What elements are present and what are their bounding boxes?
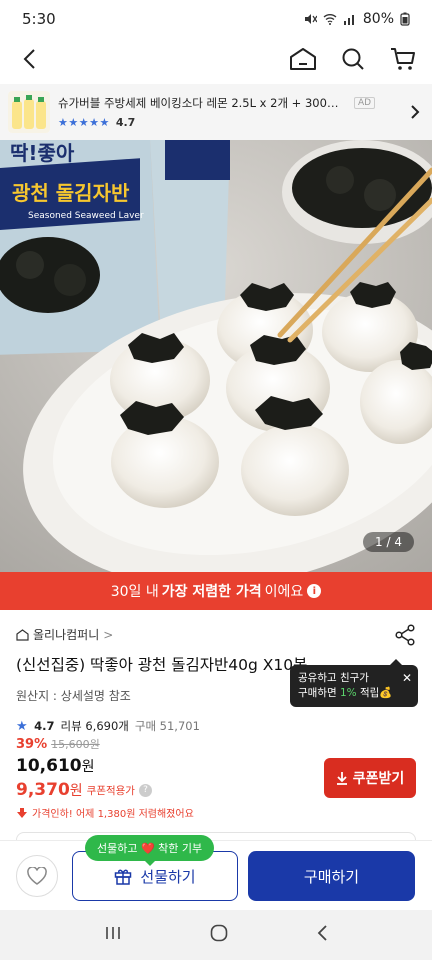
heart-icon bbox=[27, 867, 47, 885]
ad-product-thumbnail bbox=[8, 91, 50, 133]
gift-button-label: 선물하기 bbox=[140, 867, 196, 886]
tooltip-line-2: 구매하면 1% 적립💰 bbox=[298, 686, 410, 701]
home-icon bbox=[290, 48, 316, 70]
info-icon: i bbox=[307, 584, 322, 598]
ad-badge: AD bbox=[354, 97, 376, 109]
price-banner-prefix: 30일 내 bbox=[110, 584, 159, 600]
download-icon bbox=[336, 772, 347, 785]
recent-apps-icon bbox=[106, 927, 120, 939]
coupon-price-label: 쿠폰적용가 bbox=[86, 784, 135, 797]
discount-rate: 39% bbox=[16, 737, 48, 752]
tooltip-line-2-prefix: 구매하면 bbox=[298, 687, 340, 699]
cart-icon bbox=[391, 48, 415, 70]
sale-price: 10,610원 bbox=[16, 756, 276, 776]
system-back-icon bbox=[317, 925, 327, 941]
review-summary[interactable]: ★ 4.7 리뷰 6,690개 구매 51,701 bbox=[16, 718, 416, 734]
coupon-price-number: 9,370 bbox=[16, 780, 70, 800]
purchase-count: 구매 51,701 bbox=[134, 719, 200, 733]
package-sub-text: Seasoned Seaweed Laver bbox=[28, 211, 144, 221]
price-banner-suffix: 이에요 bbox=[264, 584, 304, 600]
tooltip-line-2-suffix: 적립💰 bbox=[356, 687, 393, 699]
rating-value: 4.7 bbox=[34, 719, 55, 733]
home-circle-icon bbox=[210, 924, 228, 942]
package-brand-text: 딱!좋아 bbox=[10, 141, 75, 165]
price-down-arrow-icon bbox=[17, 807, 27, 818]
buy-button[interactable]: 구매하기 bbox=[248, 851, 415, 901]
cart-button[interactable] bbox=[388, 44, 418, 74]
chevron-right-icon bbox=[411, 105, 420, 119]
get-coupon-button[interactable]: 쿠폰받기 bbox=[324, 758, 416, 798]
back-button[interactable] bbox=[14, 44, 44, 74]
home-button[interactable] bbox=[288, 44, 318, 74]
search-icon bbox=[342, 48, 364, 70]
top-nav-bar bbox=[0, 38, 432, 80]
price-drop-note: 가격인하! 어제 1,380원 저렴해졌어요 bbox=[16, 805, 276, 820]
share-icon bbox=[395, 624, 415, 646]
product-photo: 딱!좋아 광천 돌김자반 Seasoned Seaweed Laver bbox=[0, 140, 432, 572]
help-icon[interactable]: ? bbox=[138, 783, 152, 797]
get-coupon-label: 쿠폰받기 bbox=[352, 771, 405, 787]
price-block: 39% 15,600원 10,610원 9,370원 쿠폰적용가 ? 가격인하!… bbox=[16, 736, 276, 820]
detergent-bottles-image bbox=[8, 91, 50, 133]
gift-donation-tag: 선물하고 ❤️ 착한 기부 bbox=[85, 835, 215, 866]
system-nav-bar bbox=[0, 910, 432, 960]
ad-rating-value: 4.7 bbox=[115, 116, 136, 129]
gift-icon bbox=[115, 869, 132, 885]
recent-apps-button[interactable] bbox=[104, 925, 122, 945]
tooltip-line-1: 공유하고 친구가 bbox=[298, 672, 369, 684]
search-button[interactable] bbox=[338, 44, 368, 74]
bottom-action-bar: 선물하기 구매하기 bbox=[0, 840, 432, 910]
image-pager: 1 / 4 bbox=[363, 532, 414, 552]
share-reward-tooltip: 공유하고 친구가 구매하면 1% 적립💰 ✕ bbox=[290, 659, 418, 707]
back-arrow-icon bbox=[23, 49, 35, 69]
seller-name: 올리나컴퍼니 bbox=[33, 628, 100, 642]
star-icon: ★ bbox=[16, 718, 29, 734]
tooltip-percent: 1% bbox=[339, 687, 357, 699]
signal-icon bbox=[343, 15, 354, 25]
price-drop-text: 가격인하! 어제 1,380원 저렴해졌어요 bbox=[32, 809, 194, 820]
sale-price-unit: 원 bbox=[81, 759, 95, 775]
close-icon[interactable]: ✕ bbox=[402, 671, 412, 686]
coupon-price-unit: 원 bbox=[69, 783, 83, 799]
ad-title: 슈가버블 주방세제 베이킹소다 레몬 2.5L x 2개 + 300ml x 2… bbox=[58, 96, 348, 110]
wishlist-button[interactable] bbox=[16, 855, 58, 897]
ad-banner[interactable]: 슈가버블 주방세제 베이킹소다 레몬 2.5L x 2개 + 300ml x 2… bbox=[0, 84, 432, 140]
store-home-icon bbox=[16, 628, 29, 641]
home-system-button[interactable] bbox=[210, 924, 228, 946]
original-price: 15,600원 bbox=[51, 738, 100, 751]
status-icons: 80% bbox=[303, 11, 410, 27]
mute-icon bbox=[304, 14, 317, 24]
seller-arrow: > bbox=[103, 627, 114, 642]
lowest-price-banner[interactable]: 30일 내 가장 저렴한 가격 이에요 i bbox=[0, 572, 432, 610]
price-banner-highlight: 가장 저렴한 가격 bbox=[161, 584, 262, 600]
product-image-carousel[interactable]: 딱!좋아 광천 돌김자반 Seasoned Seaweed Laver 1 / … bbox=[0, 140, 432, 572]
seller-link[interactable]: 올리나컴퍼니 > bbox=[16, 626, 416, 643]
package-name-text: 광천 돌김자반 bbox=[12, 181, 130, 205]
share-button[interactable] bbox=[394, 624, 418, 648]
ad-rating-stars: ★★★★★ bbox=[58, 116, 110, 129]
status-time: 5:30 bbox=[22, 10, 56, 28]
system-back-button[interactable] bbox=[316, 924, 328, 946]
sale-price-number: 10,610 bbox=[16, 756, 82, 776]
battery-icon bbox=[400, 12, 410, 26]
status-bar: 5:30 80% bbox=[0, 0, 432, 38]
coupon-price: 9,370원 bbox=[16, 780, 83, 800]
review-count: 리뷰 6,690개 bbox=[60, 719, 129, 733]
wifi-icon bbox=[323, 14, 337, 25]
battery-level: 80% bbox=[362, 11, 394, 27]
